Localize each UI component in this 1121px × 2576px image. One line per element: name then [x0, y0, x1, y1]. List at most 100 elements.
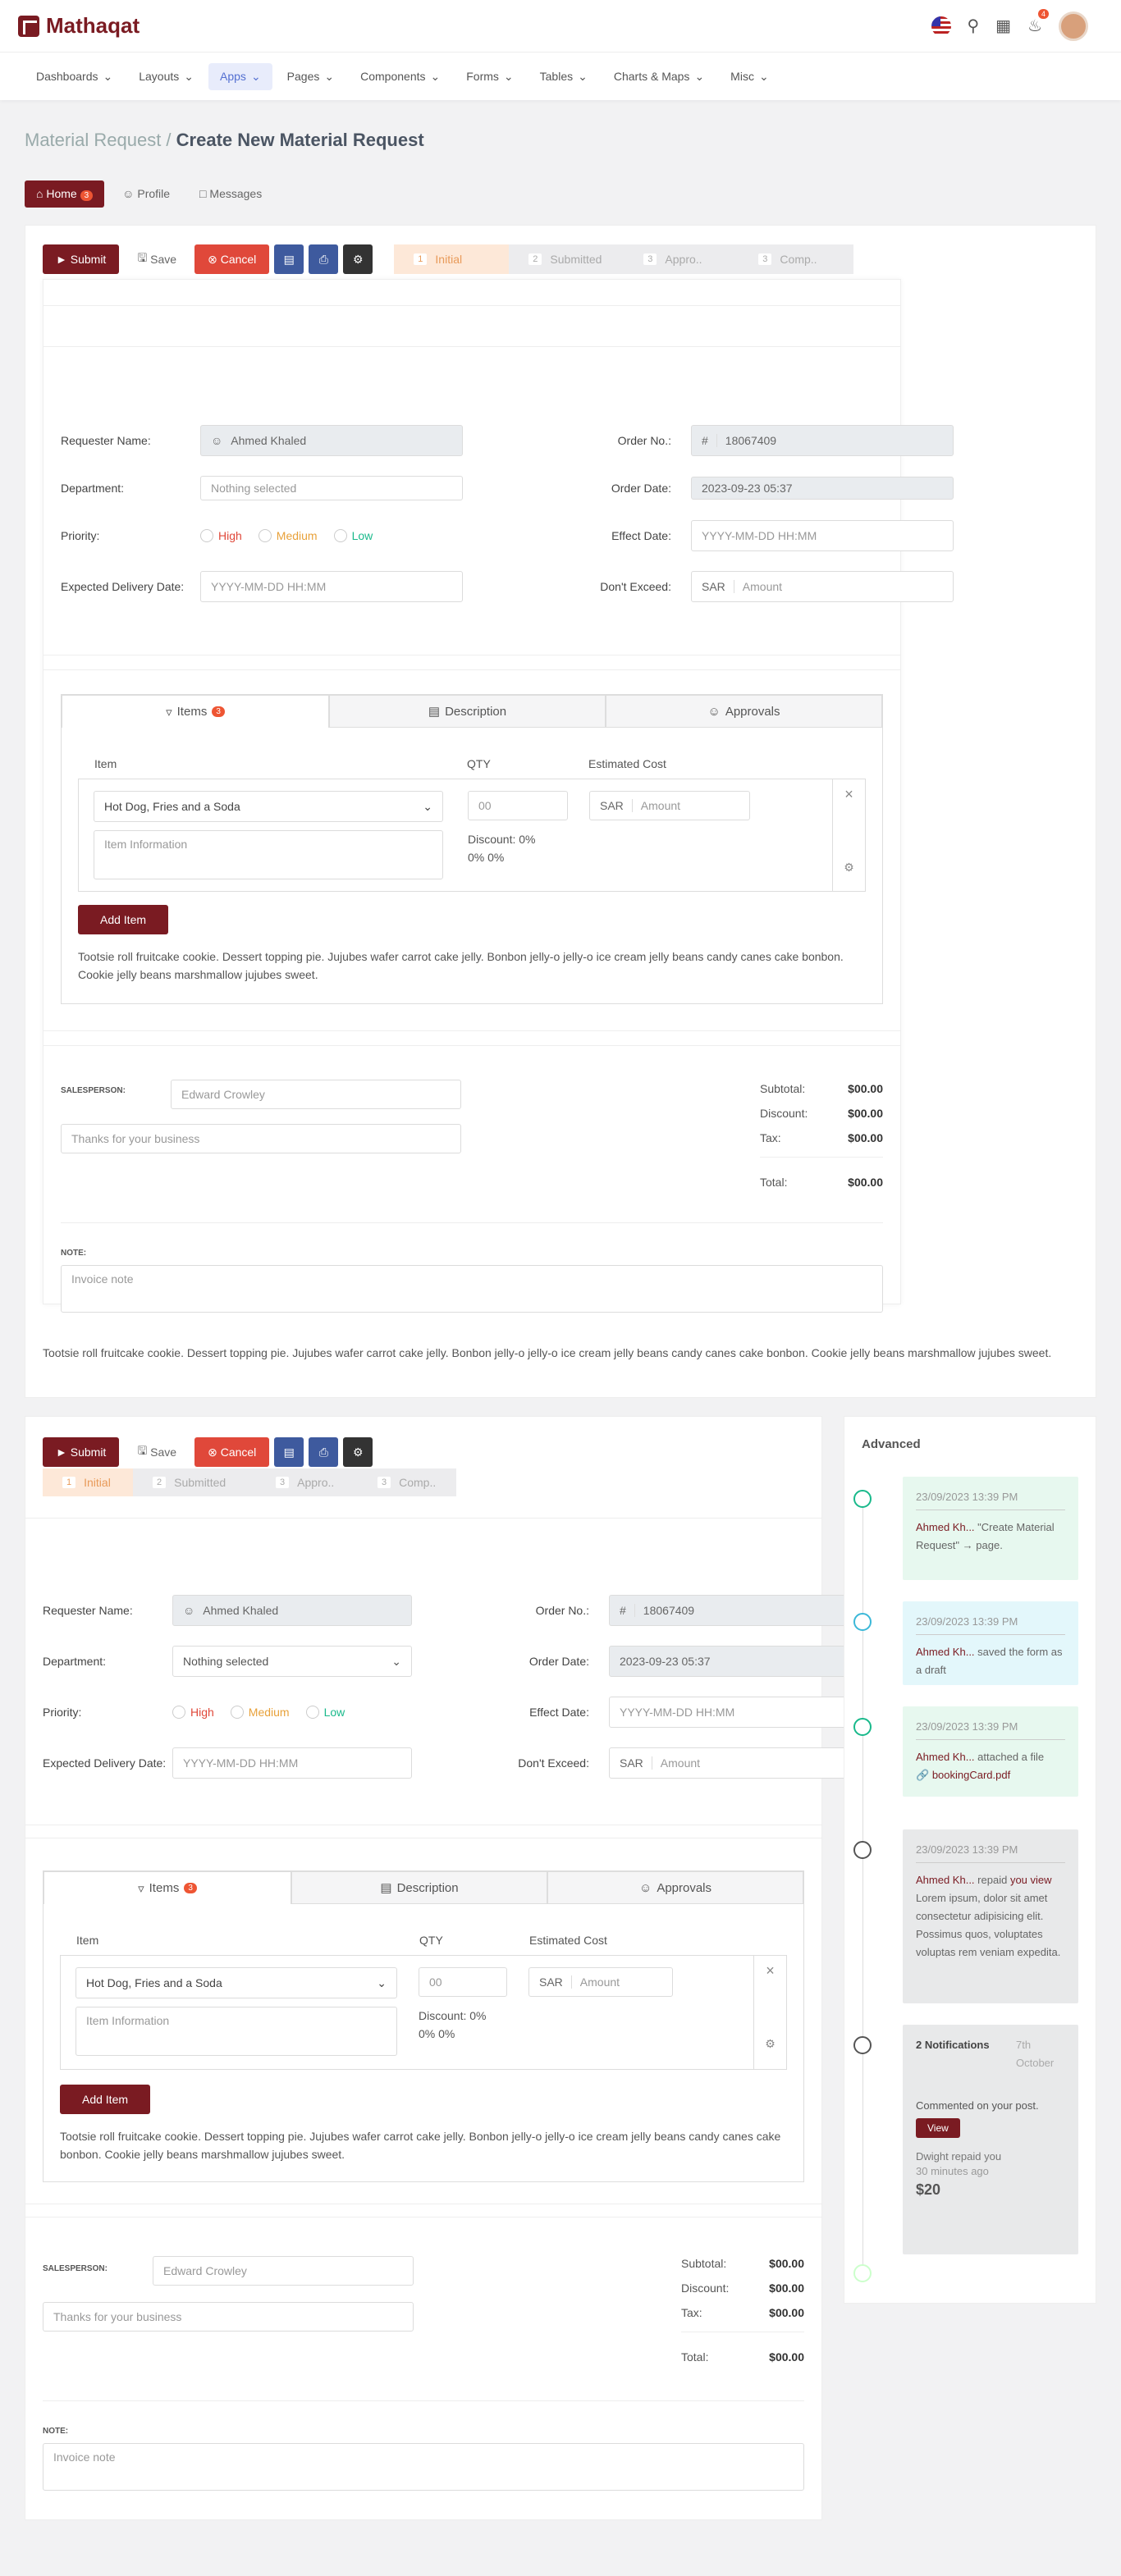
- nav-forms[interactable]: Forms ⌄: [455, 63, 524, 90]
- department-select[interactable]: Nothing selected: [200, 476, 463, 500]
- settings-icon-2[interactable]: ⚙: [343, 1437, 373, 1467]
- step-initial[interactable]: 1 Initial: [394, 244, 510, 274]
- step-initial-2[interactable]: 1 Initial: [43, 1468, 133, 1496]
- requester-input-2[interactable]: ☺ Ahmed Khaled: [172, 1595, 412, 1626]
- expected-date-input-2[interactable]: YYYY-MM-DD HH:MM: [172, 1747, 412, 1779]
- expected-date-input[interactable]: YYYY-MM-DD HH:MM: [200, 571, 463, 602]
- add-item-button-2[interactable]: Add Item: [60, 2085, 150, 2114]
- exceed-amount-input[interactable]: SAR Amount: [691, 571, 954, 602]
- tab-items[interactable]: ▿ Items 3: [62, 695, 329, 728]
- order-date-input[interactable]: 2023-09-23 05:37: [691, 477, 954, 500]
- department-select-2[interactable]: Nothing selected ⌄: [172, 1646, 412, 1677]
- priority-low-2[interactable]: Low: [305, 1706, 345, 1719]
- flag-icon[interactable]: [931, 16, 951, 36]
- exceed-amount-input-2[interactable]: SAR Amount: [609, 1747, 849, 1779]
- timeline-title: Advanced: [862, 1437, 921, 1451]
- item-row: Hot Dog, Fries and a Soda ⌄ Item Informat…: [78, 779, 866, 892]
- breadcrumb: Material Request / Create New Material R…: [25, 130, 424, 150]
- nav-apps[interactable]: Apps ⌄: [208, 62, 272, 90]
- tab-description-2[interactable]: ▤ Description: [291, 1871, 547, 1904]
- qty-input-2[interactable]: 00: [419, 1967, 507, 1997]
- thanks-input-2[interactable]: Thanks for your business: [43, 2302, 414, 2332]
- app-logo[interactable]: Mathaqat: [18, 13, 140, 39]
- settings-icon[interactable]: ⚙: [343, 244, 373, 274]
- requester-input[interactable]: ☺ Ahmed Khaled: [200, 425, 463, 456]
- item-info-input[interactable]: Item Information: [94, 830, 443, 879]
- priority-medium[interactable]: Medium: [258, 529, 318, 542]
- avatar[interactable]: [1059, 11, 1088, 41]
- timeline-event: 23/09/2023 13:39 PM Ahmed Kh... repaid y…: [903, 1829, 1078, 2003]
- attachment-link[interactable]: 🔗 bookingCard.pdf: [916, 1766, 1065, 1784]
- nav-charts-maps[interactable]: Charts & Maps ⌄: [602, 63, 716, 90]
- gear-icon[interactable]: ⚙: [833, 861, 865, 875]
- effect-date-input-2[interactable]: YYYY-MM-DD HH:MM: [609, 1697, 849, 1728]
- document-icon[interactable]: ▤: [274, 244, 304, 274]
- step-completed-2[interactable]: 3 Comp..: [358, 1468, 456, 1496]
- tab-items-2[interactable]: ▿ Items 3: [43, 1871, 291, 1904]
- tab-description[interactable]: ▤ Description: [329, 695, 606, 728]
- items-panel-2: ▿ Items 3 ▤ Description ☺ Approvals Item…: [43, 1870, 804, 2182]
- progress-steps: 1 Initial 2 Submitted 3 Appro.. 3 Comp..: [394, 244, 854, 274]
- view-button[interactable]: View: [916, 2118, 960, 2138]
- cost-input-2[interactable]: SAR Amount: [528, 1967, 673, 1997]
- print-icon-2[interactable]: ⎙: [309, 1437, 339, 1467]
- order-no-input[interactable]: #18067409: [691, 425, 954, 456]
- gear-icon-2[interactable]: ⚙: [754, 2037, 786, 2051]
- item-select[interactable]: Hot Dog, Fries and a Soda ⌄: [94, 791, 443, 822]
- priority-high[interactable]: High: [200, 529, 242, 542]
- close-icon-2[interactable]: ×: [754, 1962, 786, 1980]
- timeline-event: 23/09/2023 13:39 PM Ahmed Kh... "Create …: [903, 1477, 1078, 1580]
- effect-date-input[interactable]: YYYY-MM-DD HH:MM: [691, 520, 954, 551]
- apps-grid-icon[interactable]: ▦: [995, 16, 1011, 36]
- submit-button[interactable]: ► Submit: [43, 244, 120, 274]
- step-submitted-2[interactable]: 2 Submitted: [133, 1468, 256, 1496]
- add-item-button[interactable]: Add Item: [78, 905, 168, 934]
- search-icon[interactable]: ⚲: [968, 16, 980, 36]
- nav-layouts[interactable]: Layouts ⌄: [127, 63, 205, 90]
- timeline-dot-icon: [853, 1841, 872, 1859]
- cost-input[interactable]: SAR Amount: [589, 791, 750, 820]
- qty-input[interactable]: 00: [468, 791, 568, 820]
- tab-messages[interactable]: □ Messages: [188, 180, 273, 208]
- document-icon-2[interactable]: ▤: [274, 1437, 304, 1467]
- item-info-input-2[interactable]: Item Information: [75, 2007, 397, 2056]
- save-button-2[interactable]: 🖫 Save: [124, 1437, 190, 1467]
- nav-tables[interactable]: Tables ⌄: [528, 63, 599, 90]
- step-completed[interactable]: 3 Comp..: [739, 244, 853, 274]
- note-input-2[interactable]: Invoice note: [43, 2443, 804, 2491]
- totals-1: Subtotal: $00.00 Discount: $00.00 Tax: $00.…: [760, 1076, 883, 1194]
- salesperson-input[interactable]: Edward Crowley: [171, 1080, 461, 1109]
- main-nav: Dashboards ⌄ Layouts ⌄ Apps ⌄ Pages ⌄ Co…: [0, 53, 1121, 100]
- priority-radios: High Medium Low: [200, 529, 463, 542]
- step-approved-2[interactable]: 3 Appro..: [256, 1468, 358, 1496]
- cancel-button-2[interactable]: ⊗ Cancel: [194, 1437, 270, 1467]
- salesperson-input-2[interactable]: Edward Crowley: [153, 2256, 414, 2286]
- thanks-input[interactable]: Thanks for your business: [61, 1124, 461, 1153]
- timeline-event: 23/09/2023 13:39 PM Ahmed Kh... attached…: [903, 1706, 1078, 1797]
- order-no-input-2[interactable]: #18067409: [609, 1595, 849, 1626]
- nav-pages[interactable]: Pages ⌄: [276, 63, 345, 90]
- priority-medium-2[interactable]: Medium: [230, 1706, 290, 1719]
- priority-low[interactable]: Low: [333, 529, 373, 542]
- submit-button-2[interactable]: ► Submit: [43, 1437, 120, 1467]
- order-date-input-2[interactable]: 2023-09-23 05:37: [609, 1646, 849, 1677]
- step-submitted[interactable]: 2 Submitted: [509, 244, 624, 274]
- close-icon[interactable]: ×: [833, 786, 865, 803]
- priority-high-2[interactable]: High: [172, 1706, 214, 1719]
- cancel-button[interactable]: ⊗ Cancel: [194, 244, 270, 274]
- bell-icon[interactable]: ♨ 4: [1027, 9, 1049, 36]
- nav-misc[interactable]: Misc ⌄: [719, 63, 780, 90]
- nav-components[interactable]: Components ⌄: [349, 63, 451, 90]
- tab-home[interactable]: ⌂ Home 3: [25, 180, 105, 208]
- tab-profile[interactable]: ☺ Profile: [111, 180, 181, 208]
- nav-dashboards[interactable]: Dashboards ⌄: [25, 63, 124, 90]
- print-icon[interactable]: ⎙: [309, 244, 339, 274]
- step-approved[interactable]: 3 Appro..: [624, 244, 739, 274]
- tab-approvals[interactable]: ☺ Approvals: [606, 695, 882, 728]
- item-select-2[interactable]: Hot Dog, Fries and a Soda ⌄: [75, 1967, 397, 1998]
- tab-approvals-2[interactable]: ☺ Approvals: [547, 1871, 803, 1904]
- note-input[interactable]: Invoice note: [61, 1265, 883, 1313]
- top-bar: Mathaqat ⚲ ▦ ♨ 4: [0, 0, 1121, 53]
- totals-2: Subtotal: $00.00 Discount: $00.00 Tax: $00.…: [681, 2251, 804, 2369]
- save-button[interactable]: 🖫 Save: [124, 244, 190, 274]
